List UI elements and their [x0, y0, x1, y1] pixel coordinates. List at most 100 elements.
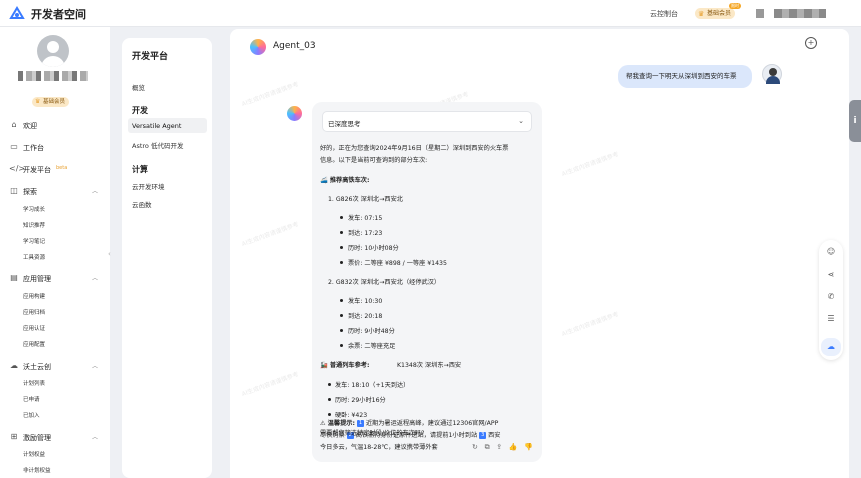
collapse-sidebar-icon[interactable]: ‹ [108, 250, 116, 262]
top-username-blurred[interactable] [774, 9, 826, 18]
chevron-up-icon: ︿ [92, 188, 99, 195]
member-badge[interactable]: ♛ 基础会员 限时 [695, 3, 742, 19]
deep-think-label: 已深度思考 [328, 120, 361, 128]
train-3-duration: 历时: 29小时16分 [335, 397, 386, 404]
sub-item[interactable]: 计划列表 [23, 379, 45, 387]
panel-item-overview[interactable]: 概览 [132, 82, 145, 92]
sub-item[interactable]: 已加入 [23, 411, 40, 419]
chevron-up-icon: ︿ [92, 434, 99, 441]
sub-item[interactable]: 已申请 [23, 395, 40, 403]
gift-icon: ⊞ [10, 432, 18, 441]
smile-icon[interactable]: ☺ [825, 246, 837, 258]
beta-tag: beta [56, 165, 68, 171]
watermark: AI生成内容请谨慎参考 [240, 80, 300, 108]
train-2-duration: 历时: 9小时48分 [348, 328, 395, 335]
side-member-badge: ♛ 基础会员 [32, 97, 70, 107]
number-badge: 1 [356, 419, 364, 427]
user-avatar [762, 64, 782, 84]
dev-platform-panel: 开发平台 概览 开发 Versatile Agent Astro 低代码开发 计… [122, 38, 212, 478]
share-icon[interactable]: ⋖ [825, 269, 837, 281]
watermark: AI生成内容请谨慎参考 [240, 220, 300, 248]
sidebar-item-welcome[interactable]: ⌂ 欢迎 [0, 118, 110, 132]
thumbs-down-icon[interactable]: 👎 [524, 443, 533, 451]
watermark: AI生成内容请谨慎参考 [240, 370, 300, 398]
intro-line-2: 信息。以下是当前可查询到的部分车次: [320, 157, 428, 164]
sub-item[interactable]: 知识推荐 [23, 221, 45, 229]
sidebar-item-appmanage[interactable]: ▤ 应用管理 ︿ [0, 271, 110, 285]
brand-title: 开发者空间 [31, 8, 86, 21]
sub-item[interactable]: 应用构建 [23, 292, 45, 300]
highspeed-title: 🚄 推荐高铁车次: [320, 177, 370, 184]
sidebar: ♛ 基础会员 ⌂ 欢迎 ▭ 工作台 </> 开发平台 beta ◫ 探索 ︿ 学习成长 知识推… [0, 27, 110, 478]
code-icon: </> [9, 164, 26, 173]
bot-avatar-icon [287, 106, 302, 121]
chevron-up-icon: ︿ [92, 275, 99, 282]
bullet [340, 314, 343, 317]
train-2-seats: 余票: 二等座充足 [348, 343, 396, 350]
train-1-price: 票价: 二等座 ¥898 / 一等座 ¥1435 [348, 260, 447, 267]
member-tag: 限时 [729, 3, 742, 9]
sub-item[interactable]: 工具资源 [23, 253, 45, 261]
panel-item-cloud-func[interactable]: 云函数 [132, 199, 152, 209]
sub-item[interactable]: 非计划权益 [23, 466, 51, 474]
crown-icon: ♛ [35, 98, 41, 105]
user-message: 帮我查询一下明天从深圳到西安的车票 [618, 65, 752, 88]
agent-name: Agent_03 [273, 41, 316, 51]
console-link[interactable]: 云控制台 [650, 9, 678, 19]
sub-item[interactable]: 学习笔记 [23, 237, 45, 245]
thumbs-up-icon[interactable]: 👍 [509, 443, 518, 451]
train-1-title: 1. G826次 深圳北→西安北 [328, 196, 403, 203]
sub-item[interactable]: 应用归档 [23, 308, 45, 316]
bullet [340, 344, 343, 347]
cloud-icon: ☁ [10, 361, 18, 370]
bullet [340, 231, 343, 234]
sidebar-item-cloud[interactable]: ☁ 沃土云创 ︿ [0, 359, 110, 373]
sub-item[interactable]: 计划权益 [23, 450, 45, 458]
intro-line-1: 好的，正在为您查询2024年9月16日（星期二）深圳到西安的火车票 [320, 145, 509, 152]
sidebar-item-explore[interactable]: ◫ 探索 ︿ [0, 184, 110, 198]
refresh-icon[interactable]: ↻ [472, 443, 478, 451]
sidebar-item-incentive[interactable]: ⊞ 激励管理 ︿ [0, 430, 110, 444]
deep-think-toggle[interactable]: 已深度思考 ⌄ [322, 111, 532, 132]
top-avatar[interactable] [756, 9, 764, 18]
message-actions: ↻ ⧉ ⇪ 👍 👎 [472, 443, 533, 452]
train-2-arrive: 到达: 20:18 [348, 313, 383, 320]
avatar[interactable] [37, 35, 69, 67]
chevron-up-icon: ︿ [92, 363, 99, 370]
right-info-tab[interactable]: i [849, 100, 861, 142]
normal-route: K1348次 深圳东→西安 [397, 362, 462, 369]
bullet [328, 398, 331, 401]
bullet [340, 329, 343, 332]
sub-item[interactable]: 应用认证 [23, 324, 45, 332]
bullet [340, 216, 343, 219]
copy-icon[interactable]: ⧉ [485, 443, 490, 451]
sidebar-item-workbench[interactable]: ▭ 工作台 [0, 140, 110, 154]
train-1-duration: 历时: 10小时08分 [348, 245, 399, 252]
chevron-down-icon: ⌄ [518, 117, 524, 125]
bullet [340, 246, 343, 249]
watermark: AI生成内容请谨慎参考 [560, 310, 620, 338]
tip-line-3: 今日多云，气温18-28℃，建议携带薄外套 [320, 444, 438, 451]
cloud-upload-icon[interactable]: ☁ [821, 338, 841, 356]
panel-item-cloud-env[interactable]: 云开发环境 [132, 181, 165, 191]
info-icon: i [853, 116, 857, 126]
bullet [340, 299, 343, 302]
new-chat-icon[interactable]: + [805, 37, 817, 49]
sidebar-item-devplatform[interactable]: </> 开发平台 beta [0, 162, 110, 176]
panel-item-versatile-agent[interactable]: Versatile Agent [132, 122, 181, 130]
panel-section-dev: 开发 [132, 106, 148, 115]
desk-icon: ▭ [10, 142, 18, 151]
sub-item[interactable]: 学习成长 [23, 205, 45, 213]
app-icon: ▤ [10, 273, 18, 282]
crown-icon: ♛ [698, 10, 705, 18]
share-icon[interactable]: ⇪ [496, 443, 502, 451]
train-1-arrive: 到达: 17:23 [348, 230, 383, 237]
top-bar: 开发者空间 云控制台 ♛ 基础会员 限时 [0, 0, 861, 27]
sub-item[interactable]: 应用配置 [23, 340, 45, 348]
agent-logo-icon [250, 39, 266, 55]
train-2-title: 2. G832次 深圳北→西安北（经停武汉） [328, 279, 441, 286]
feedback-icon[interactable]: ☰ [825, 313, 837, 325]
phone-icon[interactable]: ✆ [825, 291, 837, 303]
panel-section-compute: 计算 [132, 165, 148, 174]
panel-item-astro[interactable]: Astro 低代码开发 [132, 140, 183, 150]
